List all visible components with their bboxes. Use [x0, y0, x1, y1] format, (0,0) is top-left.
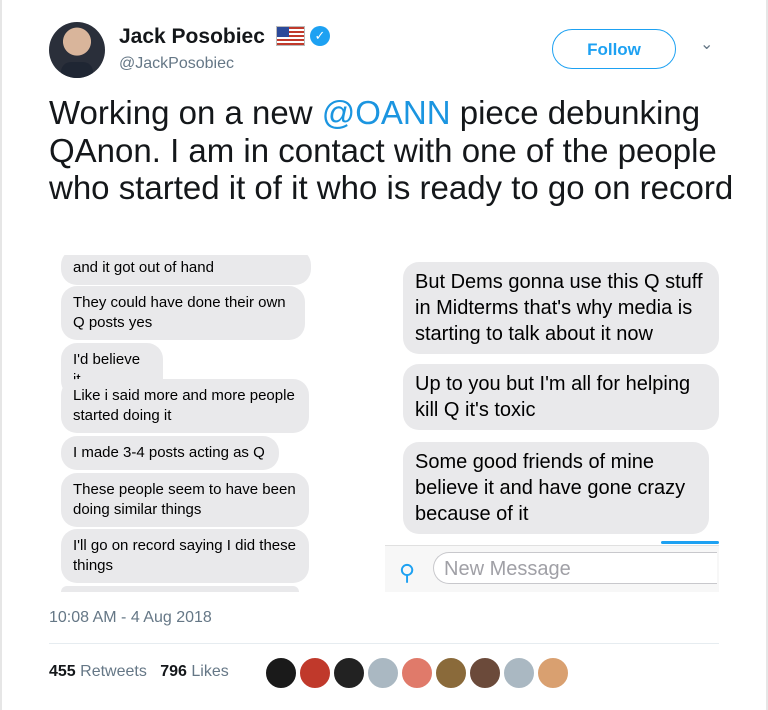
tweet-text: Working on a new @OANN piece debunking Q…: [49, 94, 734, 206]
message-bubble-sent: But Dems gonna use this Q stuff in Midte…: [403, 262, 719, 354]
tweet-stats: 455 Retweets 796 Likes: [49, 663, 229, 681]
us-flag-icon: [276, 26, 305, 46]
author-name[interactable]: Jack Posobiec: [119, 25, 265, 49]
message-bubble: These people seem to have been doing sim…: [61, 473, 309, 527]
message-bubble: They could have done their own Q posts y…: [61, 286, 305, 340]
liker-avatar[interactable]: [502, 656, 536, 690]
message-bubble: and it got out of hand: [61, 255, 311, 285]
tweet-image[interactable]: and it got out of hand They could have d…: [49, 255, 719, 592]
message-bubble: I made 3-4 posts acting as Q: [61, 436, 279, 470]
message-input[interactable]: New Message: [433, 552, 717, 584]
liker-avatar[interactable]: [468, 656, 502, 690]
liker-avatar[interactable]: [400, 656, 434, 690]
chevron-down-icon[interactable]: ⌄: [700, 37, 713, 53]
left-edge: [0, 0, 2, 710]
liker-avatar[interactable]: [264, 656, 298, 690]
message-bubble: I'll go on record saying I did these thi…: [61, 529, 309, 583]
follow-button[interactable]: Follow: [552, 29, 676, 69]
likes-stat[interactable]: 796 Likes: [160, 663, 229, 680]
author-handle[interactable]: @JackPosobiec: [119, 55, 234, 73]
message-bubble-sent: Some good friends of mine believe it and…: [403, 442, 709, 534]
liker-avatar[interactable]: [366, 656, 400, 690]
liker-avatar[interactable]: [298, 656, 332, 690]
verified-badge-icon: ✓: [310, 26, 330, 46]
liker-avatar[interactable]: [434, 656, 468, 690]
author-avatar[interactable]: [49, 22, 105, 78]
liker-avatar[interactable]: [332, 656, 366, 690]
liker-avatar[interactable]: [536, 656, 570, 690]
mention-link[interactable]: @OANN: [322, 94, 451, 131]
sent-message-edge: [661, 541, 719, 544]
message-bubble-partial: [61, 586, 299, 592]
message-bubble: Like i said more and more people started…: [61, 379, 309, 433]
message-bubble-sent: Up to you but I'm all for helping kill Q…: [403, 364, 719, 430]
retweets-stat[interactable]: 455 Retweets: [49, 663, 147, 680]
divider: [49, 643, 719, 644]
message-composer: ⚲ New Message: [385, 545, 719, 592]
attachment-icon[interactable]: ⚲: [399, 560, 415, 586]
tweet-timestamp[interactable]: 10:08 AM - 4 Aug 2018: [49, 609, 212, 627]
